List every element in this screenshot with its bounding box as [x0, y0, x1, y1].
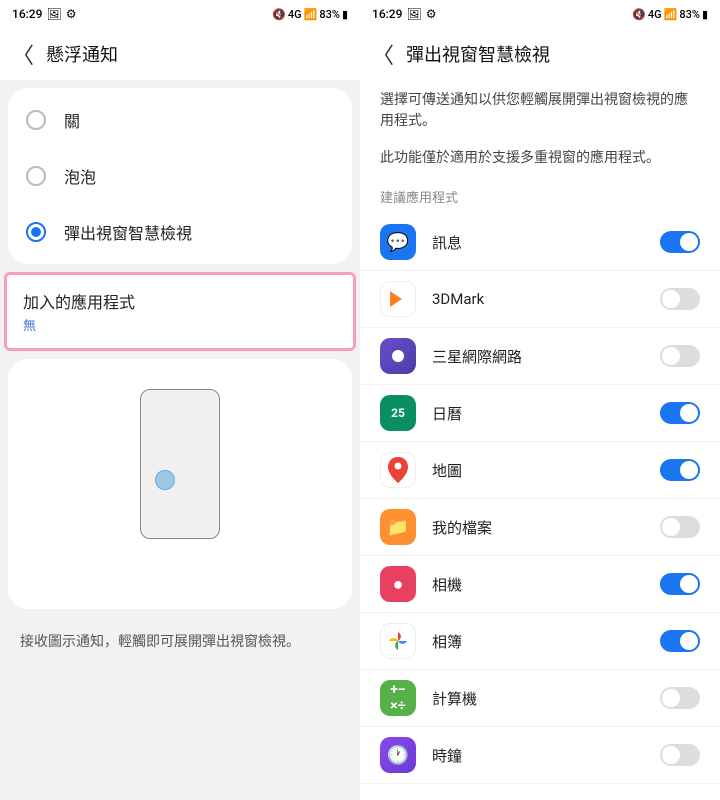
included-apps-row[interactable]: 加入的應用程式 無	[4, 272, 356, 351]
radio-icon-selected	[26, 222, 46, 242]
radio-label: 彈出視窗智慧檢視	[64, 220, 192, 244]
radio-smartpopup[interactable]: 彈出視窗智慧檢視	[8, 204, 352, 260]
description-2: 此功能僅於適用於支援多重視窗的應用程式。	[360, 138, 720, 175]
screenshot-icon: 🖼	[46, 7, 61, 21]
app-row-3dmark: 3DMark	[360, 271, 720, 328]
toggle-calculator[interactable]	[660, 687, 700, 709]
toggle-clock[interactable]	[660, 744, 700, 766]
radio-icon	[26, 166, 46, 186]
camera-icon: ●	[380, 566, 416, 602]
back-button[interactable]: 〈	[12, 38, 34, 70]
toggle-samsung-internet[interactable]	[660, 345, 700, 367]
screen-smart-popup-view: 16:29 🖼 ⚙ 🔇 4G 📶 83% ▮ 〈 彈出視窗智慧檢視 選擇可傳送通…	[360, 0, 720, 800]
3dmark-icon	[380, 281, 416, 317]
radio-icon	[26, 110, 46, 130]
included-apps-title: 加入的應用程式	[23, 289, 337, 313]
status-time: 16:29	[12, 7, 42, 21]
app-row-maps: 地圖	[360, 442, 720, 499]
signal-icon: 📶	[664, 8, 678, 21]
description-1: 選擇可傳送通知以供您輕觸展開彈出視窗檢視的應用程式。	[360, 80, 720, 138]
status-bar: 16:29 🖼 ⚙ 🔇 4G 📶 83% ▮	[0, 0, 360, 28]
header: 〈 彈出視窗智慧檢視	[360, 28, 720, 80]
header: 〈 懸浮通知	[0, 28, 360, 80]
radio-label: 泡泡	[64, 164, 96, 188]
battery-pct: 83%	[679, 8, 700, 21]
radio-bubble[interactable]: 泡泡	[8, 148, 352, 204]
section-suggested-apps: 建議應用程式	[360, 175, 720, 214]
app-row-clock: 🕐 時鐘	[360, 727, 720, 784]
app-row-my-files: 📁 我的檔案	[360, 499, 720, 556]
calendar-icon: 25	[380, 395, 416, 431]
signal-icon: 📶	[304, 8, 318, 21]
back-button[interactable]: 〈	[372, 38, 394, 70]
calculator-icon: +−×÷	[380, 680, 416, 716]
toggle-gallery[interactable]	[660, 630, 700, 652]
app-row-calculator: +−×÷ 計算機	[360, 670, 720, 727]
toggle-calendar[interactable]	[660, 402, 700, 424]
network-icon: 4G	[288, 8, 302, 21]
included-apps-value: 無	[23, 315, 337, 334]
notification-style-radiogroup: 關 泡泡 彈出視窗智慧檢視	[8, 88, 352, 264]
app-row-calendar: 25 日曆	[360, 385, 720, 442]
app-row-samsung-internet: 三星網際網路	[360, 328, 720, 385]
app-label: 地圖	[432, 460, 644, 481]
floating-dot-icon	[155, 470, 175, 490]
radio-off[interactable]: 關	[8, 92, 352, 148]
status-bar: 16:29 🖼 ⚙ 🔇 4G 📶 83% ▮	[360, 0, 720, 28]
toggle-my-files[interactable]	[660, 516, 700, 538]
google-maps-icon	[380, 452, 416, 488]
gear-icon: ⚙	[426, 7, 437, 21]
toggle-camera[interactable]	[660, 573, 700, 595]
battery-icon: ▮	[702, 8, 708, 21]
app-row-messages: 💬 訊息	[360, 214, 720, 271]
mute-icon: 🔇	[272, 8, 286, 21]
toggle-maps[interactable]	[660, 459, 700, 481]
app-label: 3DMark	[432, 290, 644, 308]
samsung-internet-icon	[380, 338, 416, 374]
app-label: 三星網際網路	[432, 346, 644, 367]
preview-illustration	[8, 359, 352, 609]
toggle-messages[interactable]	[660, 231, 700, 253]
my-files-icon: 📁	[380, 509, 416, 545]
page-title: 懸浮通知	[46, 41, 118, 67]
app-label: 相簿	[432, 631, 644, 652]
toggle-3dmark[interactable]	[660, 288, 700, 310]
messages-icon: 💬	[380, 224, 416, 260]
screen-floating-notifications: 16:29 🖼 ⚙ 🔇 4G 📶 83% ▮ 〈 懸浮通知 關 泡泡 彈出視窗智…	[0, 0, 360, 800]
app-row-gallery: 相簿	[360, 613, 720, 670]
status-time: 16:29	[372, 7, 402, 21]
app-label: 計算機	[432, 688, 644, 709]
app-label: 日曆	[432, 403, 644, 424]
gear-icon: ⚙	[66, 7, 77, 21]
app-label: 時鐘	[432, 745, 644, 766]
helper-text: 接收圖示通知，輕觸即可展開彈出視窗檢視。	[0, 617, 360, 665]
app-row-camera: ● 相機	[360, 556, 720, 613]
app-label: 訊息	[432, 232, 644, 253]
clock-icon: 🕐	[380, 737, 416, 773]
app-label: 相機	[432, 574, 644, 595]
screenshot-icon: 🖼	[406, 7, 421, 21]
app-label: 我的檔案	[432, 517, 644, 538]
google-photos-icon	[380, 623, 416, 659]
phone-mock-icon	[140, 389, 220, 539]
mute-icon: 🔇	[632, 8, 646, 21]
battery-icon: ▮	[342, 8, 348, 21]
radio-label: 關	[64, 108, 80, 132]
network-icon: 4G	[648, 8, 662, 21]
page-title: 彈出視窗智慧檢視	[406, 41, 550, 67]
battery-pct: 83%	[319, 8, 340, 21]
